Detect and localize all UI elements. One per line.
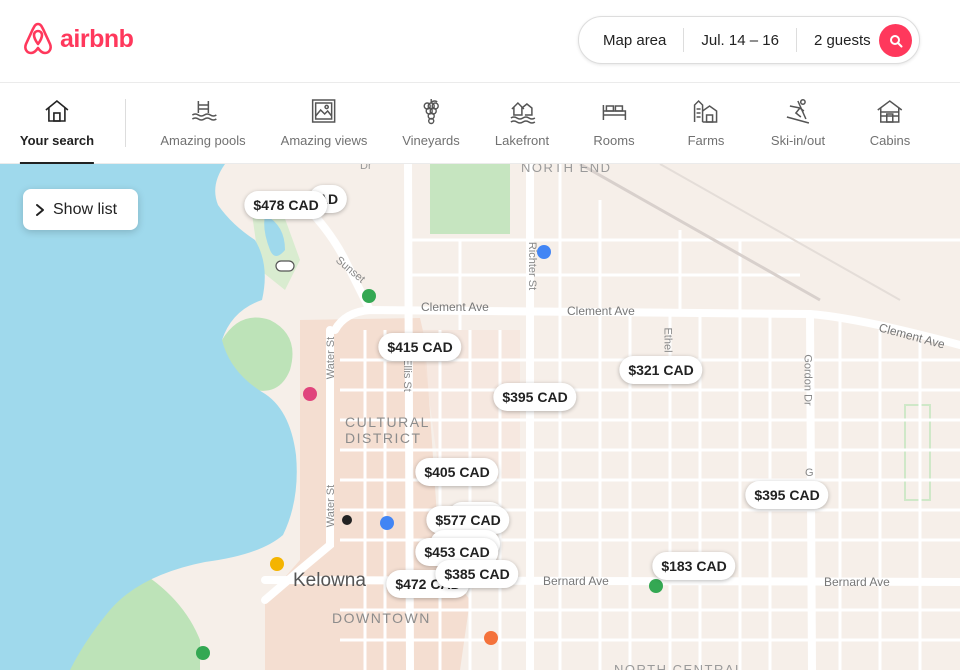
price-pin[interactable]: $405 CAD — [415, 458, 499, 486]
category-vineyards[interactable]: Vineyards — [402, 83, 460, 163]
price-pin[interactable]: $395 CAD — [745, 481, 829, 509]
category-your-search[interactable]: Your search — [19, 83, 95, 164]
category-amazing-views[interactable]: Amazing views — [280, 83, 368, 163]
category-label: Ski-in/out — [770, 133, 826, 148]
search-button[interactable] — [879, 24, 912, 57]
category-label: Cabins — [869, 133, 911, 148]
category-label: Lakefront — [494, 133, 550, 148]
show-list-label: Show list — [53, 200, 118, 218]
price-pin[interactable]: $478 CAD — [244, 191, 328, 219]
price-pin[interactable]: $415 CAD — [378, 333, 462, 361]
category-label: Amazing pools — [160, 133, 246, 148]
category-farms[interactable]: Farms — [687, 83, 725, 163]
search-dates[interactable]: Jul. 14 – 16 — [684, 32, 796, 49]
grapes-icon — [423, 99, 439, 125]
bed-icon — [602, 105, 626, 120]
search-bar[interactable]: Map area Jul. 14 – 16 2 guests — [578, 16, 920, 64]
map-canvas — [0, 164, 960, 670]
search-icon — [889, 34, 902, 47]
active-underline — [19, 162, 95, 164]
category-divider — [125, 99, 126, 147]
skier-icon — [786, 99, 810, 124]
picture-frame-icon — [312, 99, 336, 123]
price-pin[interactable]: $395 CAD — [493, 383, 577, 411]
search-location[interactable]: Map area — [579, 32, 683, 49]
home-search-icon — [45, 99, 69, 122]
category-rooms[interactable]: Rooms — [593, 83, 635, 163]
category-label: Your search — [19, 133, 95, 148]
show-list-button[interactable]: Show list — [23, 189, 138, 230]
price-pin[interactable]: $321 CAD — [619, 356, 703, 384]
search-guests[interactable]: 2 guests — [797, 32, 888, 49]
airbnb-logo-text: airbnb — [60, 24, 134, 53]
barn-icon — [694, 99, 718, 123]
category-lakefront[interactable]: Lakefront — [495, 83, 549, 163]
category-ski-in-out[interactable]: Ski-in/out — [771, 83, 825, 163]
cabin-icon — [877, 100, 903, 123]
category-label: Farms — [687, 133, 725, 148]
category-cabins[interactable]: Cabins — [870, 83, 910, 163]
category-bar: Your search Amazing pools Amazing views — [0, 83, 960, 164]
airbnb-logo-icon — [24, 22, 52, 55]
category-label: Amazing views — [280, 133, 368, 148]
map-view[interactable]: NORTH END Dr Clement Ave Clement Ave Cle… — [0, 164, 960, 670]
lakefront-icon — [510, 101, 536, 124]
chevron-right-icon — [36, 203, 44, 216]
airbnb-logo[interactable]: airbnb — [22, 22, 134, 56]
category-label: Vineyards — [402, 133, 460, 148]
top-header: airbnb Map area Jul. 14 – 16 2 guests — [0, 0, 960, 83]
price-pin[interactable]: $183 CAD — [652, 552, 736, 580]
pool-icon — [191, 101, 217, 121]
category-amazing-pools[interactable]: Amazing pools — [160, 83, 246, 163]
category-label: Rooms — [593, 133, 635, 148]
price-pin[interactable]: $385 CAD — [435, 560, 519, 588]
